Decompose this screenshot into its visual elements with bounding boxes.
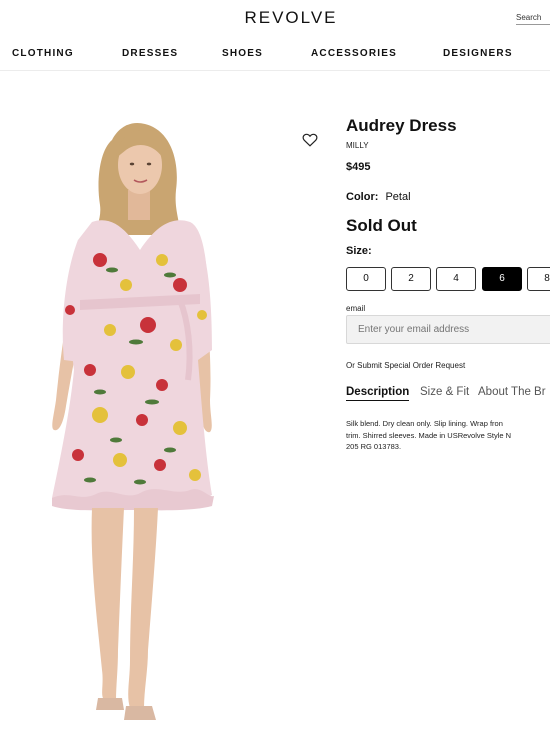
description-line: 205 RG 013783. <box>346 442 402 451</box>
tab-description[interactable]: Description <box>346 386 410 401</box>
product-description: Silk blend. Dry clean only. Slip lining.… <box>346 418 550 453</box>
product-title: Audrey Dress <box>346 116 457 135</box>
product-brand[interactable]: MILLY <box>346 141 369 150</box>
size-label: Size: <box>346 245 372 257</box>
product-image[interactable] <box>30 110 240 730</box>
tab-about-the-brand[interactable]: About The Br <box>478 386 546 398</box>
nav-item-designers[interactable]: DESIGNERS <box>443 48 513 59</box>
color-label: Color: <box>346 191 379 203</box>
size-button-6-selected[interactable]: 6 <box>482 267 522 291</box>
description-line: Silk blend. Dry clean only. Slip lining.… <box>346 419 503 428</box>
product-price: $495 <box>346 161 371 173</box>
site-header: REVOLVE Search CLOTHING DRESSES SHOES AC… <box>0 0 550 71</box>
nav-item-shoes[interactable]: SHOES <box>222 48 263 59</box>
email-field[interactable] <box>346 315 550 344</box>
heart-icon[interactable] <box>302 133 318 147</box>
tab-size-fit[interactable]: Size & Fit <box>420 386 469 398</box>
main-nav: CLOTHING DRESSES SHOES ACCESSORIES DESIG… <box>0 48 550 62</box>
email-label: email <box>346 304 366 313</box>
color-row: Color: Petal <box>346 191 411 203</box>
availability-status: Sold Out <box>346 216 417 235</box>
size-button-8[interactable]: 8 <box>527 267 550 291</box>
nav-item-dresses[interactable]: DRESSES <box>122 48 178 59</box>
color-value: Petal <box>385 191 411 203</box>
nav-item-clothing[interactable]: CLOTHING <box>12 48 74 59</box>
size-button-2[interactable]: 2 <box>391 267 431 291</box>
search-input[interactable]: Search <box>516 13 550 25</box>
special-order-link[interactable]: Or Submit Special Order Request <box>346 361 465 370</box>
size-button-4[interactable]: 4 <box>436 267 476 291</box>
nav-item-accessories[interactable]: ACCESSORIES <box>311 48 397 59</box>
revolve-logo[interactable]: REVOLVE <box>0 8 550 28</box>
size-button-0[interactable]: 0 <box>346 267 386 291</box>
description-line: trim. Shirred sleeves. Made in USRevolve… <box>346 430 512 440</box>
